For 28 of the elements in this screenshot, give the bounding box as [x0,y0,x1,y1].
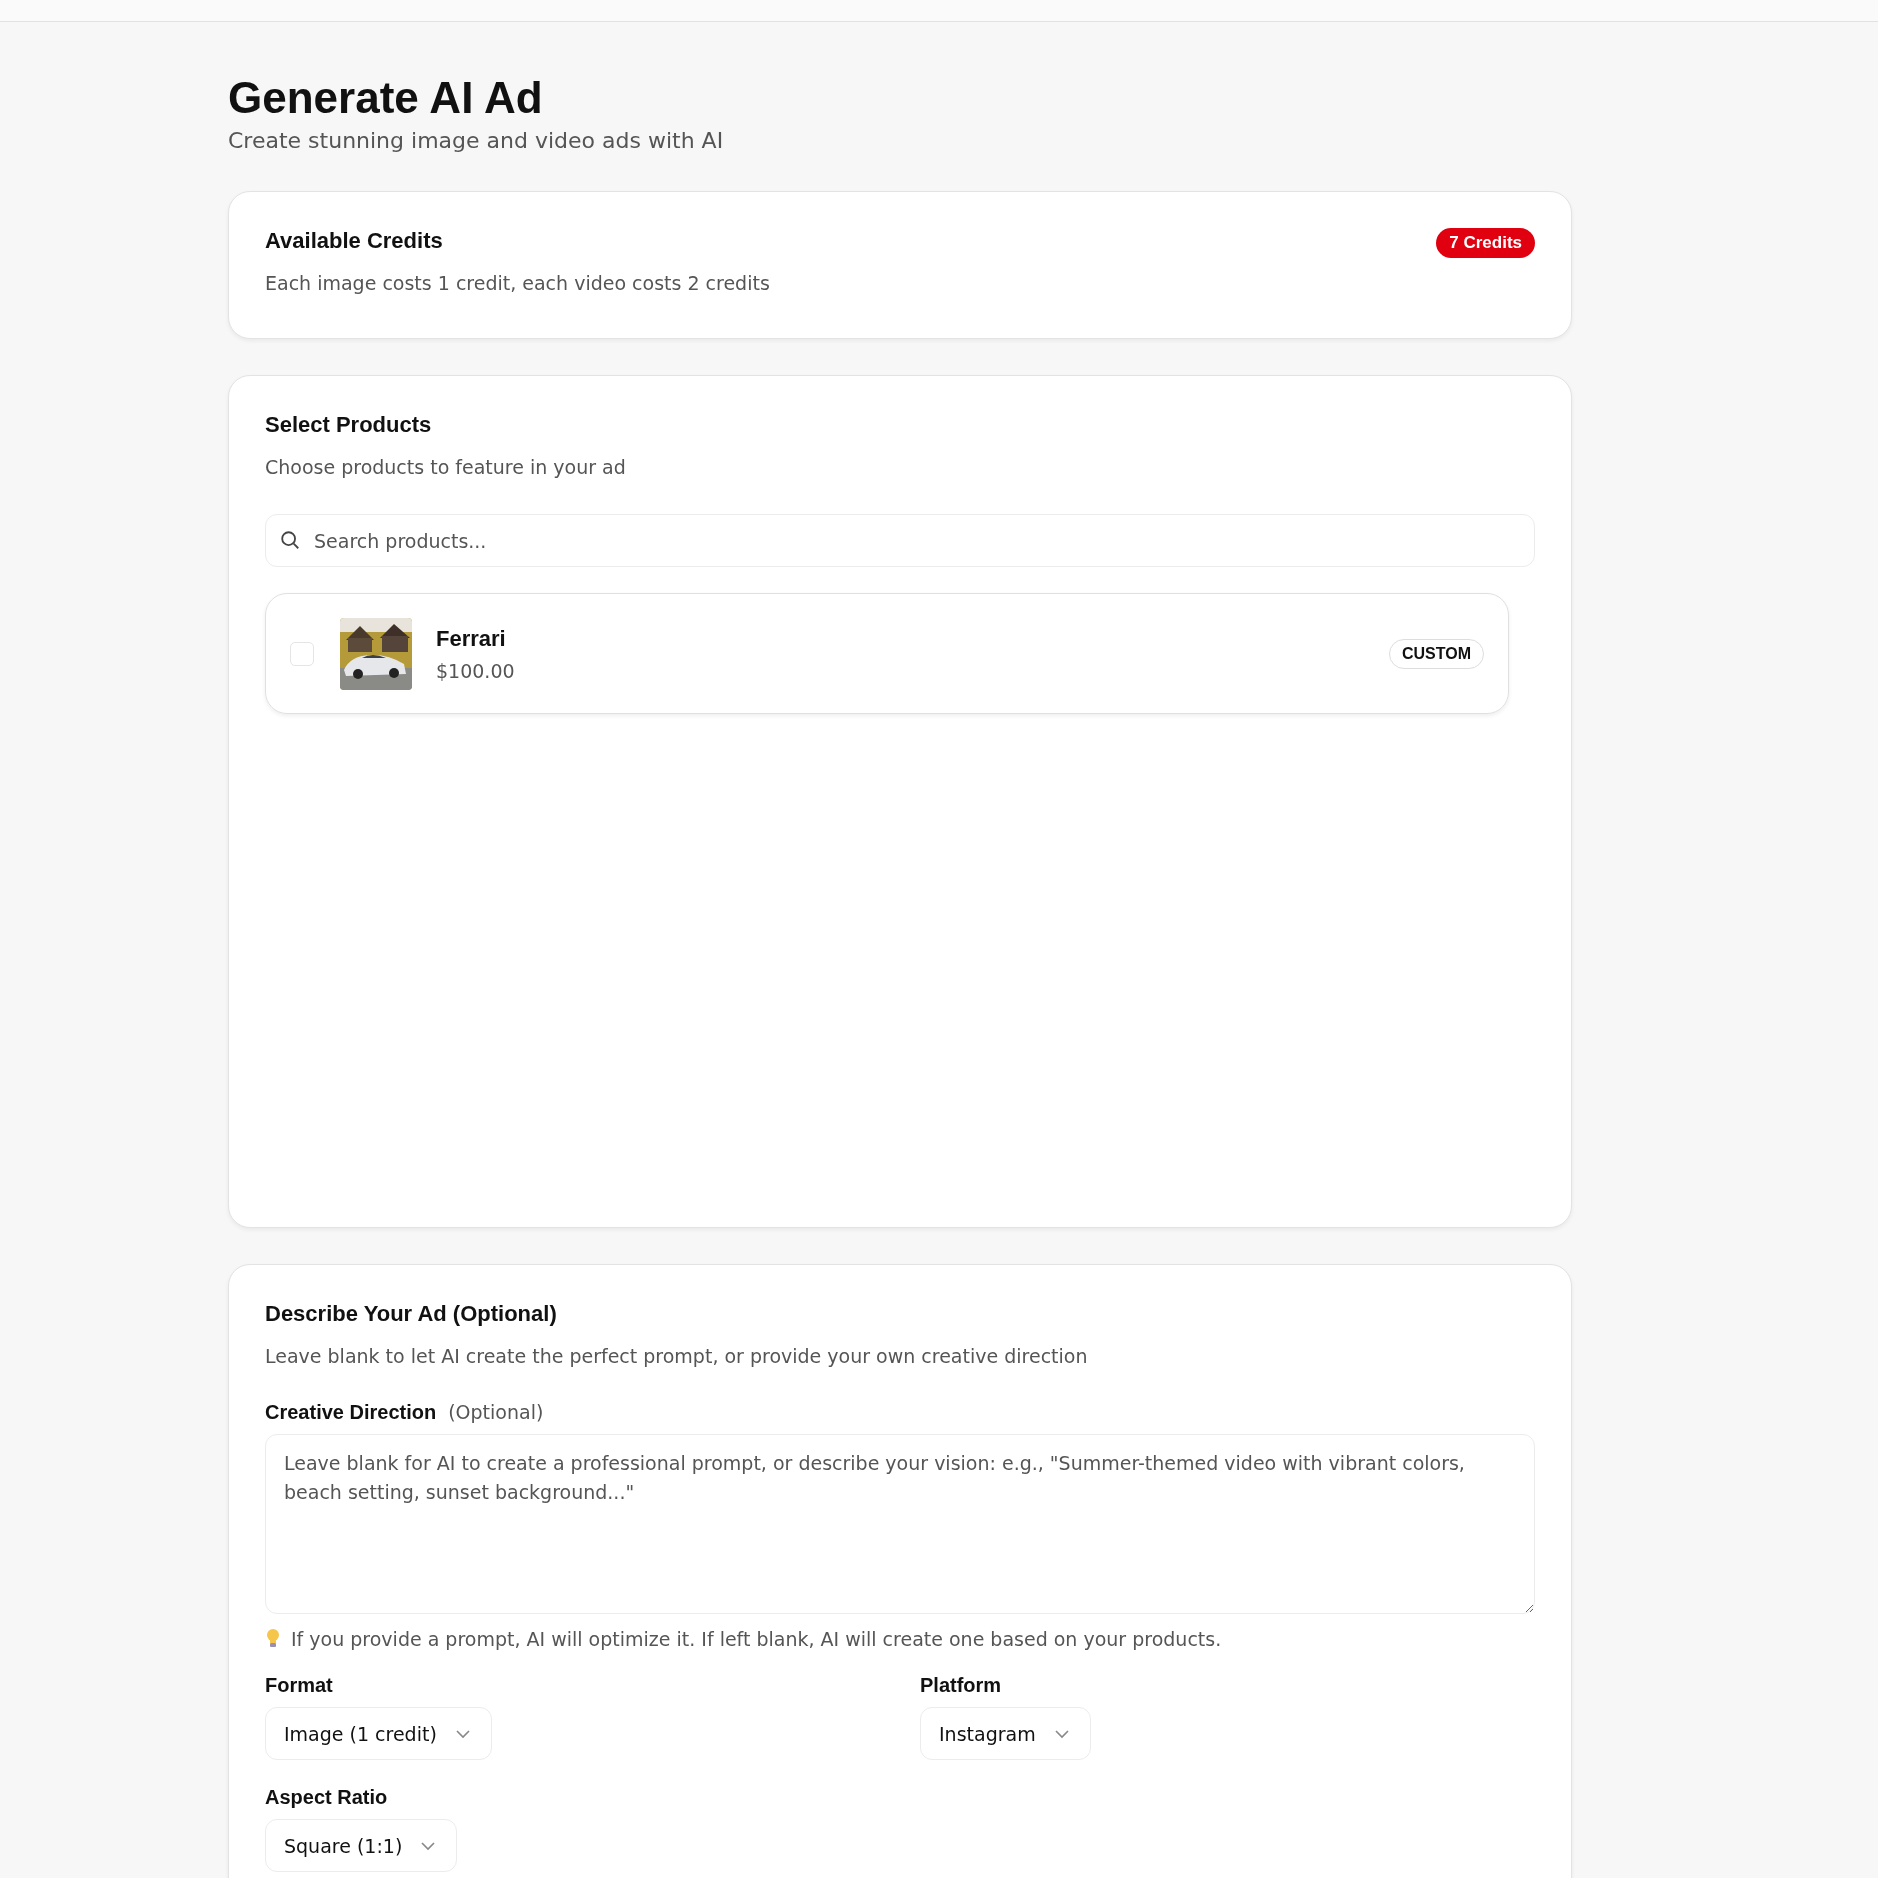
caret-icon [1053,1728,1070,1739]
card-title: Select Products [265,412,433,439]
card-title: Available Credits [265,228,444,255]
checkbox[interactable] [290,641,314,666]
product-row[interactable]: Ferrari $100.00 CUSTOM [265,593,1509,715]
dropdown[interactable]: Image (1 credit) [265,1707,492,1761]
page-subtitle: Create stunning image and video ads with AI [228,128,725,154]
card-description: Each image costs 1 credit, each video costs 2 credits [265,272,770,295]
caret-icon [454,1728,471,1739]
product-name: Ferrari [436,625,507,652]
card-description: Choose products to feature in your ad [265,456,627,479]
product-price: $100.00 [436,659,516,682]
card-description: Leave blank to let AI create the perfect prompt, or provide your own creative direction [265,1345,1089,1368]
field-label: Creative Direction [265,1401,437,1425]
search-field[interactable]: Search products... [265,514,1535,568]
select-label: Platform [920,1674,1003,1698]
dropdown[interactable]: Instagram [920,1707,1091,1761]
select-label: Format [265,1674,334,1698]
page-title: Generate AI Ad [228,74,544,123]
caret-icon [420,1840,437,1851]
creative-direction-field[interactable]: Leave blank for AI to create a professional prompt, or describe your vision: e.g., "Summer-themed video with vibrant colors, beach setting, sunset background..." [265,1434,1535,1615]
dropdown[interactable]: Square (1:1) [265,1819,458,1873]
hint-text: If you provide a prompt, AI will optimize it. If left blank, AI will create one based on your products. [291,1628,1222,1651]
select-label: Aspect Ratio [265,1786,389,1810]
card-title: Describe Your Ad (Optional) [265,1301,558,1328]
credits-badge: 7 Credits [1436,228,1535,259]
field-note: (Optional) [448,1401,544,1424]
search-icon [279,529,301,552]
